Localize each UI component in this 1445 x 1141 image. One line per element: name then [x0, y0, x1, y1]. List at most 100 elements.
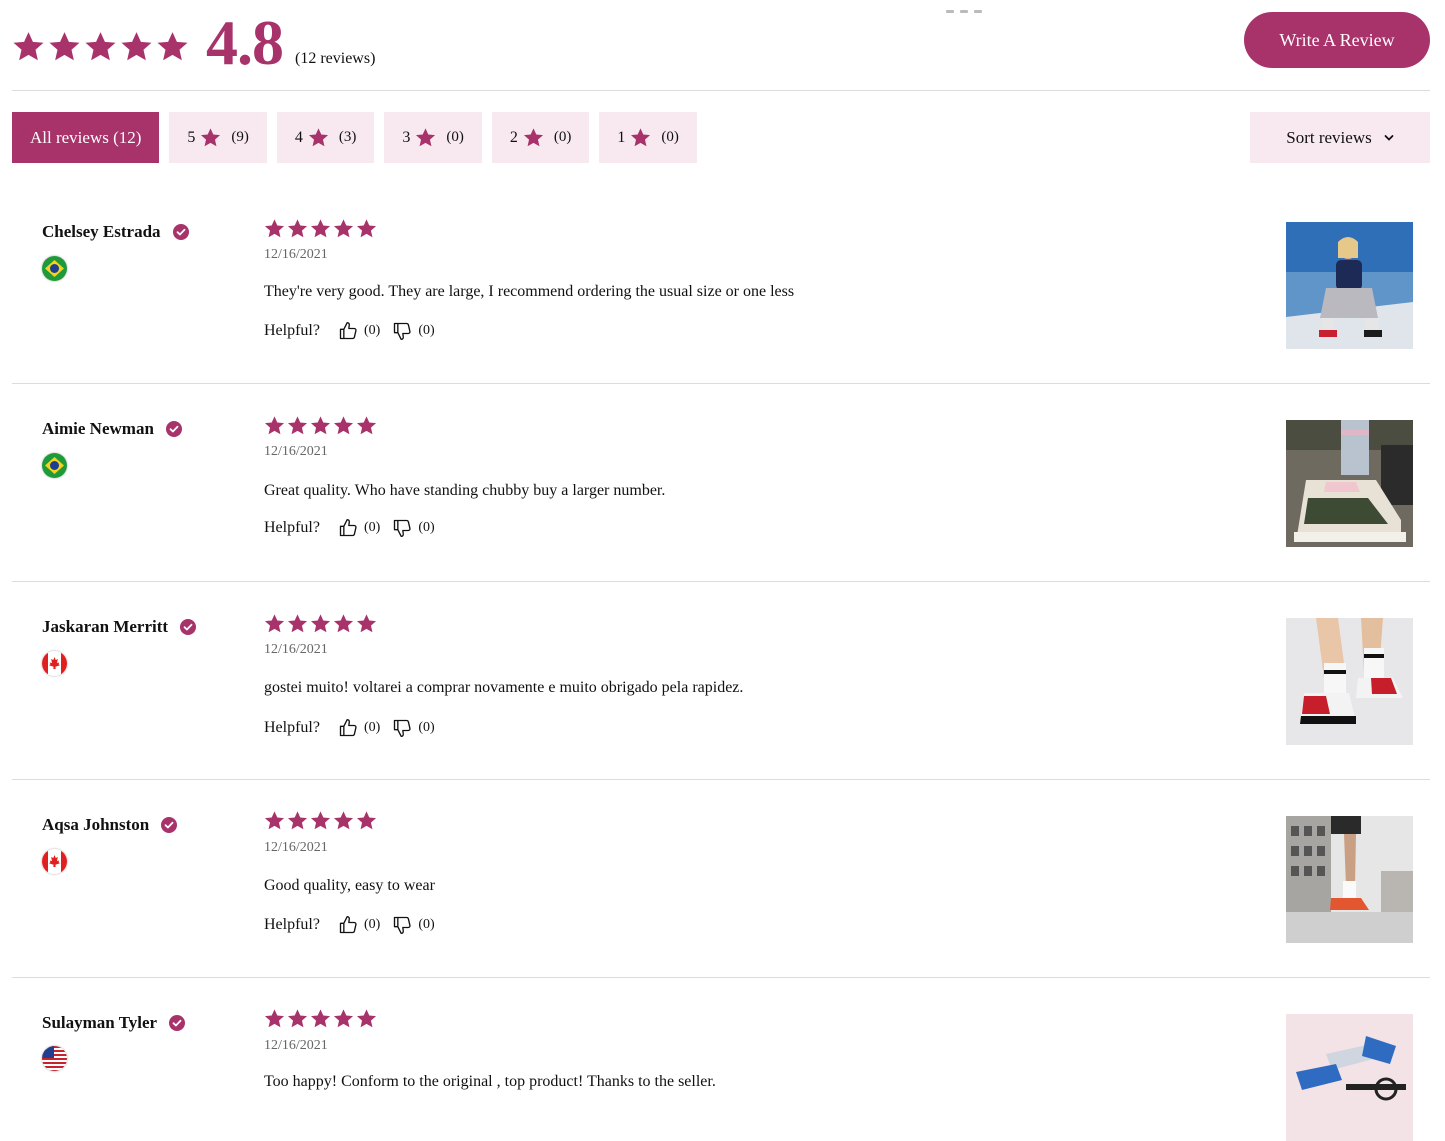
- verified-check-icon: [166, 421, 182, 437]
- average-stars: [12, 30, 189, 63]
- star-icon: [630, 127, 651, 148]
- tab-4-stars[interactable]: 4 (3): [276, 112, 375, 163]
- star-icon: [287, 415, 308, 436]
- verified-check-icon: [169, 1015, 185, 1031]
- write-review-button[interactable]: Write A Review: [1244, 12, 1430, 68]
- helpful-votes: Helpful? (0) (0): [264, 321, 435, 341]
- star-icon: [200, 127, 221, 148]
- helpful-label: Helpful?: [264, 322, 320, 339]
- star-icon: [333, 415, 354, 436]
- red-sneakers-photo[interactable]: [1286, 618, 1413, 745]
- brazil-flag-icon: [42, 256, 67, 281]
- average-rating: 4.8: [206, 7, 284, 78]
- review-item: Sulayman Tyler 12/16/2021 Too happy! Con…: [12, 978, 1430, 1141]
- review-date: 12/16/2021: [264, 444, 328, 459]
- thumbs-down-icon[interactable]: [392, 718, 412, 738]
- review-date: 12/16/2021: [264, 642, 328, 657]
- tab-count: (0): [446, 129, 464, 145]
- star-icon: [356, 1008, 377, 1029]
- author-name: Aimie Newman: [42, 419, 154, 438]
- canada-flag-icon: [42, 651, 67, 676]
- verified-check-icon: [173, 224, 189, 240]
- upvote-count: (0): [363, 917, 381, 932]
- review-author: Sulayman Tyler: [42, 1013, 185, 1033]
- star-icon: [12, 30, 45, 63]
- rating-summary: 4.8 (12 reviews) Write A Review: [12, 0, 1430, 91]
- star-icon: [264, 810, 285, 831]
- tab-3-stars[interactable]: 3 (0): [384, 112, 482, 163]
- upvote-count: (0): [363, 323, 381, 338]
- thumbs-down-icon[interactable]: [392, 518, 412, 538]
- author-name: Chelsey Estrada: [42, 222, 161, 241]
- star-icon: [156, 30, 189, 63]
- tab-count: (0): [553, 129, 572, 145]
- review-date: 12/16/2021: [264, 1038, 328, 1053]
- thumbs-up-icon[interactable]: [338, 518, 358, 538]
- star-icon: [84, 30, 117, 63]
- thumbs-up-icon[interactable]: [338, 321, 358, 341]
- urban-sneaker-photo[interactable]: [1286, 816, 1413, 943]
- star-icon: [523, 127, 544, 148]
- review-stars: [264, 810, 377, 831]
- tab-star-number: 5: [187, 128, 196, 146]
- downvote-count: (0): [418, 323, 435, 338]
- sort-label: Sort reviews: [1286, 127, 1372, 147]
- tab-5-stars[interactable]: 5 (9): [169, 112, 267, 163]
- star-icon: [333, 1008, 354, 1029]
- tab-2-stars[interactable]: 2 (0): [491, 112, 590, 163]
- tab-star-number: 3: [402, 128, 411, 146]
- thumbs-up-icon[interactable]: [338, 718, 358, 738]
- review-text: Too happy! Conform to the original , top…: [264, 1073, 716, 1090]
- tab-count: (9): [231, 129, 249, 145]
- review-count: (12 reviews): [295, 50, 376, 67]
- star-icon: [333, 613, 354, 634]
- author-name: Aqsa Johnston: [42, 815, 150, 834]
- tab-all-reviews[interactable]: All reviews (12): [12, 112, 160, 163]
- review-stars: [264, 218, 377, 239]
- review-text: Great quality. Who have standing chubby …: [264, 482, 666, 499]
- star-icon: [287, 810, 308, 831]
- review-stars: [264, 613, 377, 634]
- canada-flag-icon: [42, 849, 67, 874]
- review-author: Aimie Newman: [42, 419, 182, 439]
- star-icon: [356, 415, 377, 436]
- star-icon: [48, 30, 81, 63]
- downvote-count: (0): [418, 917, 435, 932]
- star-icon: [333, 218, 354, 239]
- star-icon: [356, 810, 377, 831]
- review-item: Aqsa Johnston 12/16/2021 Good quality, e…: [12, 780, 1430, 978]
- star-icon: [287, 1008, 308, 1029]
- star-icon: [415, 127, 436, 148]
- star-icon: [308, 127, 329, 148]
- review-text: They're very good. They are large, I rec…: [264, 283, 795, 300]
- star-icon: [310, 218, 331, 239]
- review-text: gostei muito! voltarei a comprar novamen…: [264, 679, 744, 696]
- upvote-count: (0): [363, 520, 381, 535]
- helpful-votes: Helpful? (0) (0): [264, 718, 435, 738]
- star-icon: [310, 613, 331, 634]
- author-name: Sulayman Tyler: [42, 1013, 158, 1032]
- blue-sneakers-photo[interactable]: [1286, 1014, 1413, 1141]
- star-icon: [287, 613, 308, 634]
- chevron-down-icon: [1384, 134, 1394, 141]
- tab-star-number: 1: [617, 128, 626, 146]
- tab-1-star[interactable]: 1 (0): [599, 112, 697, 163]
- upvote-count: (0): [363, 720, 381, 735]
- thumbs-down-icon[interactable]: [392, 915, 412, 935]
- sneaker-closeup-photo[interactable]: [1286, 420, 1413, 547]
- thumbs-up-icon[interactable]: [338, 915, 358, 935]
- review-author: Chelsey Estrada: [42, 222, 189, 242]
- star-icon: [310, 810, 331, 831]
- review-stars: [264, 415, 377, 436]
- helpful-label: Helpful?: [264, 719, 320, 736]
- helpful-label: Helpful?: [264, 916, 320, 933]
- star-icon: [264, 613, 285, 634]
- sort-reviews-dropdown[interactable]: Sort reviews: [1250, 112, 1430, 163]
- review-date: 12/16/2021: [264, 840, 328, 855]
- thumbs-down-icon[interactable]: [392, 321, 412, 341]
- review-item: Chelsey Estrada 12/16/2021 They're very …: [12, 184, 1430, 384]
- person-sitting-photo[interactable]: [1286, 222, 1413, 349]
- star-icon: [310, 415, 331, 436]
- helpful-label: Helpful?: [264, 519, 320, 536]
- verified-check-icon: [161, 817, 177, 833]
